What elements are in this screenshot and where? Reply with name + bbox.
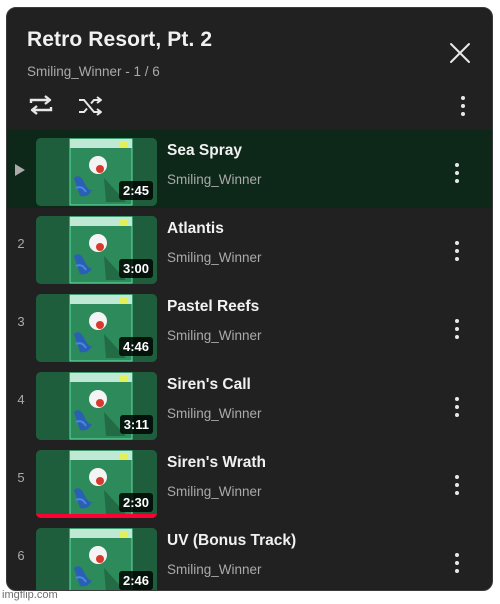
track-thumbnail[interactable]: 3:00	[36, 216, 157, 284]
track-row[interactable]: 2 3:00 Atlantis Smiling_Winner	[7, 208, 492, 286]
track-duration: 2:45	[118, 181, 153, 200]
track-title[interactable]: Sea Spray	[167, 142, 242, 160]
track-index: 5	[17, 470, 25, 485]
track-duration: 2:30	[118, 493, 153, 512]
more-vert-icon[interactable]	[449, 474, 465, 496]
track-title[interactable]: Siren's Wrath	[167, 454, 266, 472]
track-title[interactable]: Pastel Reefs	[167, 298, 259, 316]
track-row[interactable]: 5 2:30 Siren's Wrath Smiling_Winner	[7, 442, 492, 520]
track-artist: Smiling_Winner	[167, 328, 262, 343]
track-duration: 3:11	[119, 415, 153, 434]
playlist-title: Retro Resort, Pt. 2	[27, 28, 213, 51]
track-duration: 4:46	[118, 337, 153, 356]
track-row[interactable]: 3 4:46 Pastel Reefs Smiling_Winner	[7, 286, 492, 364]
track-row[interactable]: 4 3:11 Siren's Call Smiling_Winner	[7, 364, 492, 442]
track-thumbnail[interactable]: 2:45	[36, 138, 157, 206]
close-icon[interactable]	[447, 40, 473, 66]
now-playing-icon	[15, 164, 25, 176]
track-artist: Smiling_Winner	[167, 250, 262, 265]
playlist-panel: Retro Resort, Pt. 2 Smiling_Winner - 1 /…	[6, 7, 493, 591]
track-list: 2:45 Sea Spray Smiling_Winner 2 3:00 Atlanti…	[7, 130, 492, 590]
more-vert-icon[interactable]	[449, 240, 465, 262]
track-thumbnail[interactable]: 3:11	[36, 372, 157, 440]
track-index: 6	[17, 548, 25, 563]
track-title[interactable]: UV (Bonus Track)	[167, 532, 296, 550]
track-duration: 3:00	[118, 259, 153, 278]
track-artist: Smiling_Winner	[167, 172, 262, 187]
track-artist: Smiling_Winner	[167, 562, 262, 577]
track-artist: Smiling_Winner	[167, 484, 262, 499]
track-index: 3	[17, 314, 25, 329]
more-vert-icon[interactable]	[449, 552, 465, 574]
watch-progress-bar	[36, 514, 157, 518]
track-row[interactable]: 6 2:46 UV (Bonus Track) Smiling_Winner	[7, 520, 492, 590]
track-thumbnail[interactable]: 2:30	[36, 450, 157, 518]
more-vert-icon[interactable]	[449, 162, 465, 184]
more-vert-icon[interactable]	[449, 318, 465, 340]
track-row[interactable]: 2:45 Sea Spray Smiling_Winner	[7, 130, 492, 208]
repeat-icon[interactable]	[27, 93, 55, 117]
track-title[interactable]: Atlantis	[167, 220, 224, 238]
shuffle-icon[interactable]	[77, 95, 103, 117]
more-vert-icon[interactable]	[455, 95, 471, 117]
track-thumbnail[interactable]: 4:46	[36, 294, 157, 362]
track-artist: Smiling_Winner	[167, 406, 262, 421]
track-duration: 2:46	[118, 571, 153, 590]
track-thumbnail[interactable]: 2:46	[36, 528, 157, 590]
playlist-subtitle: Smiling_Winner - 1 / 6	[27, 64, 160, 79]
track-index: 4	[17, 392, 25, 407]
track-title[interactable]: Siren's Call	[167, 376, 251, 394]
more-vert-icon[interactable]	[449, 396, 465, 418]
watermark-text: imgflip.com	[2, 589, 58, 601]
track-index: 2	[17, 236, 25, 251]
